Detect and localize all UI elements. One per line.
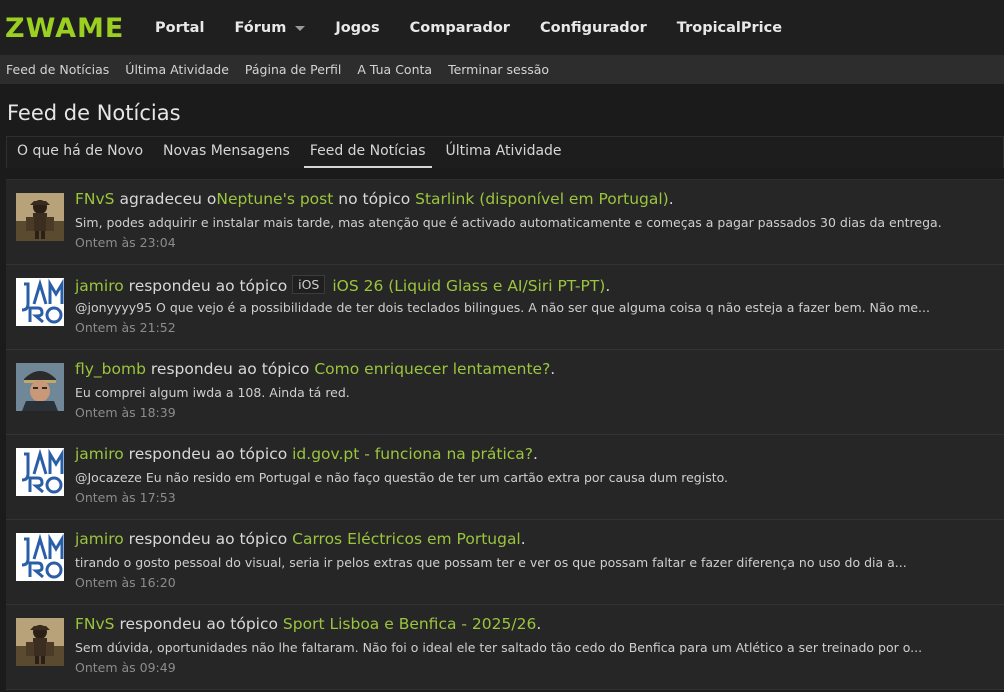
feed-item: FNvS agradeceu oNeptune's post no tópico… bbox=[6, 180, 1004, 265]
nav-tab-configurador[interactable]: Configurador bbox=[540, 20, 647, 36]
end-text: . bbox=[520, 530, 526, 548]
sub-navigation: Feed de Notícias Última Atividade Página… bbox=[0, 55, 1004, 84]
user-link[interactable]: jamiro bbox=[75, 530, 124, 548]
topic-link[interactable]: Carros Eléctricos em Portugal bbox=[292, 530, 521, 548]
feed-item: jamiro respondeu ao tópico id.gov.pt - f… bbox=[6, 435, 1004, 520]
site-logo[interactable]: ZWAME bbox=[5, 15, 155, 42]
action-text: respondeu ao tópico bbox=[123, 277, 293, 295]
feed-tabs: O que há de Novo Novas Mensagens Feed de… bbox=[6, 136, 1004, 168]
action-text: respondeu ao tópico bbox=[114, 615, 283, 633]
news-feed-list: FNvS agradeceu oNeptune's post no tópico… bbox=[6, 179, 1004, 690]
avatar[interactable] bbox=[16, 448, 64, 496]
timestamp[interactable]: Ontem às 23:04 bbox=[75, 235, 176, 250]
feed-item-title: jamiro respondeu ao tópico iOS iOS 26 (L… bbox=[75, 275, 610, 295]
nav-tab-label: Comparador bbox=[409, 19, 510, 36]
avatar[interactable] bbox=[16, 278, 64, 326]
action-text: respondeu ao tópico bbox=[145, 360, 315, 378]
nav-tab-jogos[interactable]: Jogos bbox=[335, 20, 379, 36]
end-text: . bbox=[536, 615, 542, 633]
nav-tab-comparador[interactable]: Comparador bbox=[410, 20, 510, 36]
feed-item: jamiro respondeu ao tópico Carros Eléctr… bbox=[6, 520, 1004, 605]
action-text: respondeu ao tópico bbox=[123, 530, 293, 548]
page-title: Feed de Notícias bbox=[7, 101, 181, 125]
subnav-link-feed[interactable]: Feed de Notícias bbox=[6, 62, 109, 77]
subnav-link-logout[interactable]: Terminar sessão bbox=[448, 62, 549, 77]
feed-item-title: FNvS agradeceu oNeptune's post no tópico… bbox=[75, 190, 674, 208]
post-snippet: Eu comprei algum iwda a 108. Ainda tá re… bbox=[75, 385, 350, 400]
topic-link[interactable]: Starlink (disponível em Portugal) bbox=[415, 190, 669, 208]
tab-news-feed[interactable]: Feed de Notícias bbox=[303, 143, 432, 168]
feed-item-title: fly_bomb respondeu ao tópico Como enriqu… bbox=[75, 360, 555, 378]
chevron-down-icon[interactable] bbox=[295, 26, 306, 31]
timestamp[interactable]: Ontem às 16:20 bbox=[75, 575, 176, 590]
nav-tab-forum[interactable]: Fórum bbox=[234, 19, 306, 36]
action-text: respondeu ao tópico bbox=[123, 445, 293, 463]
jamiro-avatar-icon bbox=[16, 278, 64, 326]
subnav-link-ultima-atividade[interactable]: Última Atividade bbox=[125, 62, 229, 77]
topic-link[interactable]: iOS 26 (Liquid Glass e AI/Siri PT-PT) bbox=[332, 277, 605, 295]
nav-tab-tropicalprice[interactable]: TropicalPrice bbox=[677, 20, 782, 36]
avatar[interactable] bbox=[16, 363, 64, 411]
action-text: agradeceu o bbox=[114, 190, 217, 208]
end-text: . bbox=[668, 190, 674, 208]
samurai-avatar-icon bbox=[16, 618, 64, 666]
subnav-link-perfil[interactable]: Página de Perfil bbox=[245, 62, 341, 77]
feed-item-title: FNvS respondeu ao tópico Sport Lisboa e … bbox=[75, 615, 541, 633]
topic-link[interactable]: Sport Lisboa e Benfica - 2025/26 bbox=[283, 615, 536, 633]
top-navigation-bar: ZWAME Portal Fórum Jogos Comparador Conf… bbox=[0, 0, 1004, 55]
user-link[interactable]: fly_bomb bbox=[75, 360, 146, 378]
post-snippet: @jonyyyy95 O que vejo é a possibilidade … bbox=[75, 300, 930, 315]
post-snippet: Sim, podes adquirir e instalar mais tard… bbox=[75, 215, 942, 230]
end-text: . bbox=[550, 360, 556, 378]
tab-latest-activity[interactable]: Última Atividade bbox=[440, 143, 568, 168]
feed-item: fly_bomb respondeu ao tópico Como enriqu… bbox=[6, 350, 1004, 435]
feed-item-title: jamiro respondeu ao tópico id.gov.pt - f… bbox=[75, 445, 538, 463]
soldier-avatar-icon bbox=[16, 363, 64, 411]
samurai-avatar-icon bbox=[16, 193, 64, 241]
topic-link[interactable]: Como enriquecer lentamente? bbox=[314, 360, 550, 378]
timestamp[interactable]: Ontem às 21:52 bbox=[75, 320, 176, 335]
feed-item-title: jamiro respondeu ao tópico Carros Eléctr… bbox=[75, 530, 526, 548]
nav-tab-label: Fórum bbox=[234, 19, 287, 36]
subnav-link-conta[interactable]: A Tua Conta bbox=[357, 62, 432, 77]
avatar[interactable] bbox=[16, 618, 64, 666]
timestamp[interactable]: Ontem às 18:39 bbox=[75, 405, 176, 420]
post-link[interactable]: Neptune's post bbox=[216, 190, 333, 208]
timestamp[interactable]: Ontem às 17:53 bbox=[75, 490, 176, 505]
feed-item: jamiro respondeu ao tópico iOS iOS 26 (L… bbox=[6, 265, 1004, 350]
nav-tab-label: TropicalPrice bbox=[676, 19, 783, 36]
post-snippet: tirando o gosto pessoal do visual, seria… bbox=[75, 555, 907, 570]
user-link[interactable]: jamiro bbox=[75, 445, 124, 463]
jamiro-avatar-icon bbox=[16, 448, 64, 496]
nav-tab-label: Portal bbox=[155, 19, 205, 36]
post-snippet: @Jocazeze Eu não resido em Portugal e nã… bbox=[75, 470, 729, 485]
nav-tab-portal[interactable]: Portal bbox=[155, 20, 204, 36]
timestamp[interactable]: Ontem às 09:49 bbox=[75, 660, 176, 675]
user-link[interactable]: FNvS bbox=[75, 615, 115, 633]
feed-item: FNvS respondeu ao tópico Sport Lisboa e … bbox=[6, 605, 1004, 690]
tab-whats-new[interactable]: O que há de Novo bbox=[11, 143, 149, 168]
nav-tab-label: Jogos bbox=[335, 19, 380, 36]
connector-text: no tópico bbox=[333, 190, 416, 208]
nav-tab-label: Configurador bbox=[539, 19, 647, 36]
user-link[interactable]: jamiro bbox=[75, 277, 124, 295]
user-link[interactable]: FNvS bbox=[75, 190, 115, 208]
post-snippet: Sem dúvida, oportunidades não lhe faltar… bbox=[75, 640, 923, 655]
avatar[interactable] bbox=[16, 193, 64, 241]
jamiro-avatar-icon bbox=[16, 533, 64, 581]
avatar[interactable] bbox=[16, 533, 64, 581]
end-text: . bbox=[533, 445, 538, 463]
end-text: . bbox=[605, 277, 611, 295]
tab-new-posts[interactable]: Novas Mensagens bbox=[157, 143, 296, 168]
topic-link[interactable]: id.gov.pt - funciona na prática? bbox=[292, 445, 533, 463]
topic-prefix-badge[interactable]: iOS bbox=[292, 275, 326, 294]
